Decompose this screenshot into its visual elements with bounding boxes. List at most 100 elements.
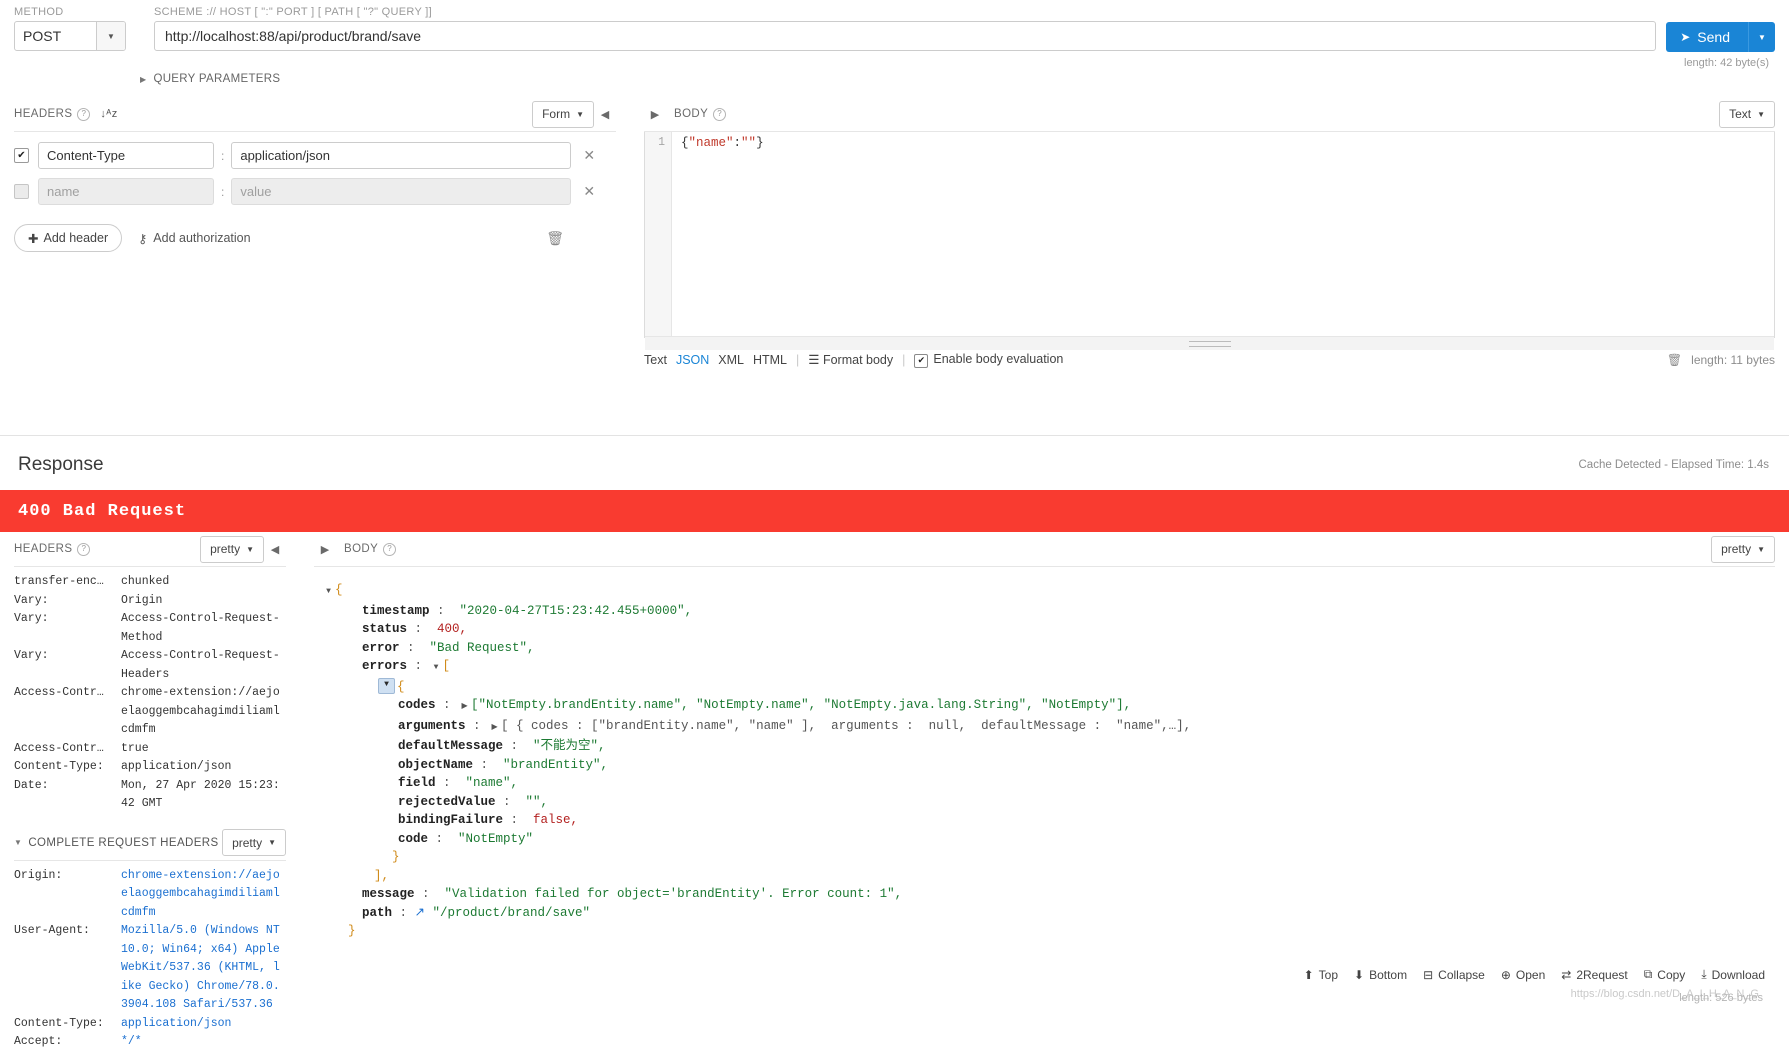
header-rows: ✔ Content-Type : application/json ✕ name…	[0, 132, 630, 205]
plus-icon: ✚	[28, 231, 39, 246]
response-body-column: ▶ BODY ? pretty ▼ ▼{ timestamp : "2020-0…	[300, 532, 1789, 1004]
header-enabled-checkbox[interactable]: ✔	[14, 148, 29, 163]
json-value-codes: ["NotEmpty.brandEntity.name", "NotEmpty.…	[471, 698, 1132, 712]
open-button[interactable]: ⊕ Open	[1501, 968, 1545, 982]
body-format-json[interactable]: JSON	[676, 353, 709, 367]
body-mode-select[interactable]: Text ▼	[1719, 100, 1775, 128]
collapse-left-panel-icon[interactable]: ◀	[594, 101, 616, 127]
help-icon[interactable]: ?	[77, 107, 91, 121]
twisty-icon[interactable]: ▼	[322, 581, 335, 602]
list-item: Origin: chrome-extension://aejoelaoggembc…	[14, 867, 286, 923]
download-button[interactable]: ⤓ Download	[1701, 967, 1765, 982]
code-value: ""	[741, 136, 757, 150]
send-button[interactable]: ➤ Send	[1666, 22, 1748, 52]
headers-form-mode-select[interactable]: Form ▼	[532, 100, 594, 128]
twisty-icon[interactable]: ▶	[458, 696, 471, 717]
editor-code[interactable]: {"name":""}	[681, 136, 764, 150]
list-item: Access-Contr… true	[14, 740, 286, 759]
collapse-button[interactable]: ⊟ Collapse	[1423, 968, 1485, 982]
clear-body-icon[interactable]: 🗑	[1667, 353, 1682, 367]
json-value-path: "/product/brand/save"	[432, 905, 591, 920]
remove-header-icon[interactable]: ✕	[583, 147, 595, 164]
body-editor[interactable]: 1 {"name":""}	[644, 132, 1775, 350]
delete-all-headers-icon[interactable]: 🗑	[546, 230, 564, 247]
send-options-chevron-icon[interactable]: ▼	[1748, 22, 1775, 52]
body-format-html[interactable]: HTML	[753, 353, 787, 367]
expand-response-body-icon[interactable]: ▶	[314, 536, 336, 562]
complete-request-headers-title: COMPLETE REQUEST HEADERS	[28, 836, 219, 849]
table-row: name : value ✕	[14, 178, 616, 205]
format-body-button[interactable]: ☰ Format body	[808, 352, 893, 367]
response-meta: Cache Detected - Elapsed Time: 1.4s	[1578, 459, 1770, 471]
send-label: Send	[1697, 29, 1730, 45]
query-parameters-toggle[interactable]: ▶ QUERY PARAMETERS	[0, 69, 1789, 85]
add-header-button[interactable]: ✚ Add header	[14, 224, 123, 252]
header-value-input[interactable]: application/json	[231, 142, 572, 169]
json-line: error : "Bad Request",	[322, 639, 1789, 658]
body-format-text[interactable]: Text	[644, 353, 667, 367]
json-value-code: "NotEmpty"	[458, 831, 534, 846]
open-link-icon[interactable]: ↗	[415, 904, 425, 923]
list-item: Vary: Access-Control-Request-Method	[14, 610, 286, 647]
complete-request-headers-title-group[interactable]: ▼ COMPLETE REQUEST HEADERS	[14, 837, 219, 849]
chevron-down-icon: ▼	[268, 838, 276, 847]
header-key: Accept:	[14, 1035, 63, 1048]
collapse-response-headers-icon[interactable]: ◀	[264, 536, 286, 562]
header-key: Origin:	[14, 868, 63, 882]
response-headers-column: HEADERS ? pretty ▼ ◀ transfer-enc… chunke…	[0, 532, 300, 1048]
enable-body-evaluation-checkbox[interactable]: ✔ Enable body evaluation	[914, 352, 1063, 368]
help-icon[interactable]: ?	[713, 107, 727, 121]
sort-az-icon[interactable]: ↓ᴬz	[100, 108, 117, 120]
response-body-title-group: BODY ?	[344, 542, 397, 556]
add-header-label: Add header	[43, 231, 109, 245]
json-line: path : ↗ "/product/brand/save"	[322, 904, 1789, 923]
json-line: timestamp : "2020-04-27T15:23:42.455+000…	[322, 602, 1789, 621]
body-format-xml[interactable]: XML	[718, 353, 744, 367]
request-button[interactable]: ⇄ 2Request	[1561, 968, 1627, 982]
request-columns: HEADERS ? ↓ᴬz Form ▼ ◀ ✔ Content-Type : …	[0, 97, 1789, 432]
response-headers-pretty-select[interactable]: pretty ▼	[200, 535, 264, 563]
json-line: }	[322, 848, 1789, 867]
remove-header-icon[interactable]: ✕	[583, 183, 595, 200]
json-key-timestamp: timestamp	[362, 603, 430, 618]
header-name-input[interactable]: name	[38, 178, 214, 205]
header-value-input[interactable]: value	[231, 178, 572, 205]
header-enabled-checkbox[interactable]	[14, 184, 29, 199]
chevron-down-icon[interactable]: ▼	[96, 22, 125, 50]
json-value-status: 400,	[437, 622, 468, 636]
request-headers-pretty-select[interactable]: pretty ▼	[222, 829, 286, 856]
scroll-bottom-button[interactable]: ⬇ Bottom	[1354, 968, 1407, 982]
arrow-down-icon: ⬇	[1354, 967, 1365, 982]
grip-icon	[1188, 340, 1231, 347]
editor-resize-handle[interactable]	[645, 336, 1774, 350]
url-input[interactable]: http://localhost:88/api/product/brand/sa…	[154, 21, 1657, 51]
open-icon: ⊕	[1500, 967, 1511, 982]
response-action-bar: ⬆ Top ⬇ Bottom ⊟ Collapse ⊕ Open ⇄ 2Request ⧉…	[1295, 961, 1773, 988]
list-item: User-Agent: Mozilla/5.0 (Windows NT 10.0;…	[14, 922, 286, 1015]
scroll-top-button[interactable]: ⬆ Top	[1304, 968, 1338, 982]
add-authorization-button[interactable]: ⚷ Add authorization	[138, 231, 250, 246]
twisty-icon[interactable]: ▼	[430, 657, 443, 678]
headers-form-mode-label: Form	[542, 107, 571, 121]
help-icon[interactable]: ?	[383, 542, 397, 556]
json-line: arguments : ▶[ { codes : ["brandEntity.n…	[322, 717, 1789, 738]
collapse-icon: ⊟	[1423, 967, 1434, 982]
copy-button[interactable]: ⧉ Copy	[1644, 967, 1686, 982]
expand-body-panel-icon[interactable]: ▶	[644, 101, 666, 127]
json-line: defaultMessage : "不能为空",	[322, 737, 1789, 756]
response-body-length: length: 526 bytes	[1679, 992, 1763, 1004]
json-line: errors : ▼[	[322, 657, 1789, 678]
body-mode-label: Text	[1729, 107, 1752, 121]
header-name-input[interactable]: Content-Type	[38, 142, 214, 169]
help-icon[interactable]: ?	[77, 542, 91, 556]
header-value: application/json	[121, 760, 232, 773]
twisty-icon[interactable]: ▼	[378, 677, 395, 694]
json-value-message: "Validation failed for object='brandEnti…	[444, 887, 903, 901]
headers-title: HEADERS	[14, 108, 73, 120]
json-value-timestamp: "2020-04-27T15:23:42.455+0000",	[459, 603, 693, 618]
method-select[interactable]: POST ▼	[14, 21, 126, 51]
json-line: rejectedValue : "",	[322, 793, 1789, 812]
json-close-brace: }	[348, 924, 356, 938]
twisty-icon[interactable]: ▶	[488, 717, 501, 738]
response-body-pretty-select[interactable]: pretty ▼	[1711, 535, 1775, 563]
